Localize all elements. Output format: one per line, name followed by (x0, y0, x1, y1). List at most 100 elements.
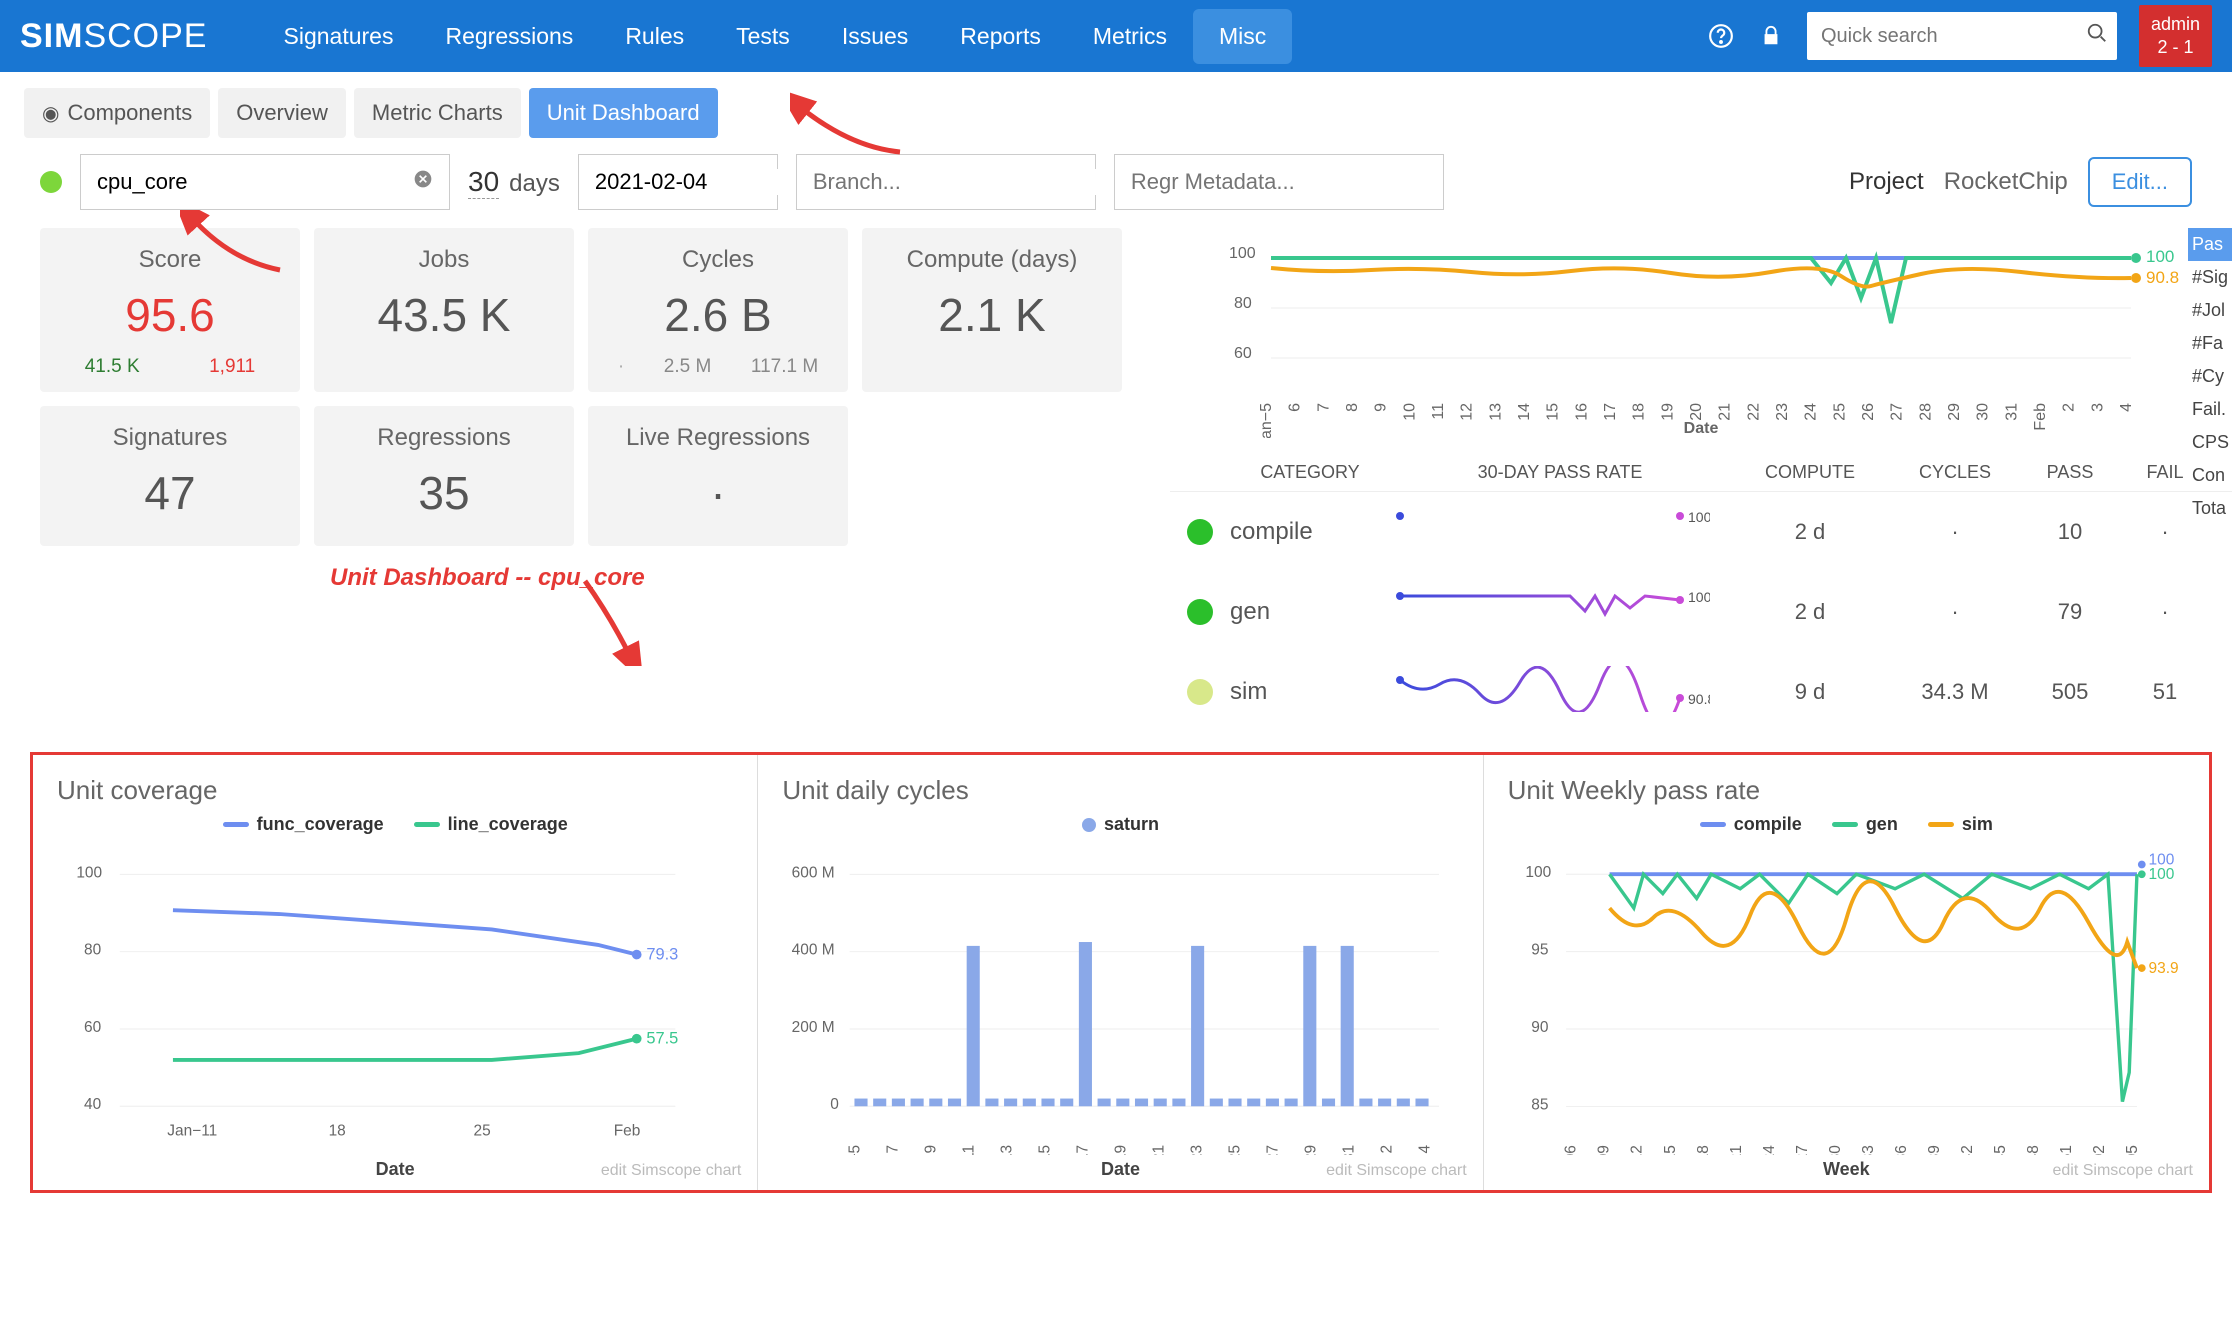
category-row-gen[interactable]: gen1002 d·79·0 (1170, 572, 2232, 652)
svg-text:57.5: 57.5 (646, 1029, 678, 1047)
subtab-components[interactable]: ◉Components (24, 88, 210, 138)
svg-text:W 09: W 09 (1595, 1145, 1612, 1155)
nav-item-regressions[interactable]: Regressions (419, 9, 599, 64)
svg-text:4: 4 (1417, 1145, 1434, 1154)
nav-item-tests[interactable]: Tests (710, 9, 816, 64)
project-label: Project (1849, 168, 1924, 196)
svg-text:27: 27 (1265, 1145, 1282, 1155)
quick-search[interactable] (1807, 12, 2117, 60)
svg-text:29: 29 (1946, 403, 1963, 421)
svg-text:2: 2 (2061, 403, 2078, 412)
clear-icon[interactable] (413, 169, 433, 195)
svg-text:11: 11 (961, 1145, 978, 1155)
admin-badge[interactable]: admin 2 - 1 (2139, 5, 2212, 68)
edit-chart-link[interactable]: edit Simscope chart (601, 1162, 742, 1180)
svg-text:28: 28 (1917, 403, 1934, 421)
date-input[interactable] (578, 154, 778, 210)
panel-title: Unit coverage (57, 775, 733, 806)
edit-chart-link[interactable]: edit Simscope chart (2052, 1162, 2193, 1180)
svg-text:Jan−5: Jan−5 (1258, 403, 1275, 438)
nav-item-reports[interactable]: Reports (934, 9, 1067, 64)
annotation-text: Unit Dashboard -- cpu_core (330, 564, 645, 592)
side-metric-8[interactable]: Tota (2188, 492, 2232, 525)
unit-input-field[interactable] (97, 169, 413, 195)
edit-button[interactable]: Edit... (2088, 157, 2192, 207)
svg-text:21: 21 (1151, 1145, 1168, 1155)
stat-card-live-regressions[interactable]: Live Regressions· (588, 406, 848, 546)
svg-text:3: 3 (2089, 403, 2106, 412)
svg-text:80: 80 (1234, 295, 1252, 312)
days-input[interactable]: 30 days (468, 166, 560, 199)
subtab-unit-dashboard[interactable]: Unit Dashboard (529, 88, 718, 138)
svg-text:30: 30 (1975, 403, 1992, 421)
svg-text:W 12: W 12 (1628, 1145, 1645, 1155)
regr-metadata-field[interactable] (1131, 169, 1427, 195)
branch-input[interactable] (796, 154, 1096, 210)
svg-text:9: 9 (923, 1145, 940, 1154)
svg-text:13: 13 (1487, 403, 1504, 421)
subtab-metric-charts[interactable]: Metric Charts (354, 88, 521, 138)
category-row-compile[interactable]: compile1002 d·10·0 (1170, 492, 2232, 572)
svg-text:8: 8 (1344, 403, 1361, 412)
nav-item-issues[interactable]: Issues (816, 9, 934, 64)
nav-item-misc[interactable]: Misc (1193, 9, 1292, 64)
svg-text:W 24: W 24 (1760, 1145, 1777, 1155)
svg-text:W 42: W 42 (1959, 1145, 1976, 1155)
quick-search-input[interactable] (1821, 25, 2086, 48)
svg-text:15: 15 (1037, 1145, 1054, 1155)
svg-text:600 M: 600 M (792, 864, 835, 881)
stat-card-jobs[interactable]: Jobs43.5 K (314, 228, 574, 392)
svg-text:25: 25 (1831, 403, 1848, 421)
svg-text:20: 20 (1688, 403, 1705, 421)
svg-text:2: 2 (1379, 1145, 1396, 1154)
stat-card-cycles[interactable]: Cycles2.6 B·2.5 M117.1 M (588, 228, 848, 392)
svg-text:60: 60 (84, 1019, 101, 1036)
unit-coverage-panel: Unit coverage func_coverageline_coverage… (33, 755, 758, 1190)
lock-icon[interactable] (1757, 22, 1785, 50)
stat-card-regressions[interactable]: Regressions35 (314, 406, 574, 546)
svg-text:15: 15 (1545, 403, 1562, 421)
sub-tabs: ◉ComponentsOverviewMetric ChartsUnit Das… (0, 72, 2232, 148)
svg-text:90.8: 90.8 (2146, 268, 2179, 287)
nav-item-metrics[interactable]: Metrics (1067, 9, 1193, 64)
svg-text:W 15: W 15 (1661, 1145, 1678, 1155)
svg-text:W 18: W 18 (1694, 1145, 1711, 1155)
svg-text:10: 10 (1401, 403, 1418, 421)
svg-text:200 M: 200 M (792, 1019, 835, 1036)
branch-field[interactable] (813, 169, 1101, 195)
svg-text:100: 100 (1688, 509, 1710, 525)
nav-item-signatures[interactable]: Signatures (258, 9, 420, 64)
stat-card-score[interactable]: Score95.641.5 K1,911 (40, 228, 300, 392)
search-icon[interactable] (2086, 22, 2108, 50)
unit-input[interactable] (80, 154, 450, 210)
svg-text:100: 100 (1229, 245, 1256, 262)
project-name: RocketChip (1944, 168, 2068, 196)
svg-text:22: 22 (1745, 403, 1762, 421)
stat-card-signatures[interactable]: Signatures47 (40, 406, 300, 546)
svg-text:90.8: 90.8 (1688, 691, 1710, 707)
nav-item-rules[interactable]: Rules (599, 9, 710, 64)
svg-text:31: 31 (2003, 403, 2020, 421)
svg-text:80: 80 (84, 942, 101, 959)
svg-text:21: 21 (1717, 403, 1734, 421)
category-row-sim[interactable]: sim90.89 d34.3 M505517 (1170, 652, 2232, 732)
svg-text:W 48: W 48 (2025, 1145, 2042, 1155)
edit-chart-link[interactable]: edit Simscope chart (1326, 1162, 1467, 1180)
svg-text:16: 16 (1573, 403, 1590, 421)
svg-text:Jan−5: Jan−5 (847, 1145, 864, 1155)
svg-text:100: 100 (2148, 866, 2174, 883)
svg-text:100: 100 (1688, 589, 1710, 605)
svg-text:29: 29 (1303, 1145, 1320, 1155)
svg-text:40: 40 (84, 1096, 101, 1113)
side-metric-7[interactable]: Con (2188, 459, 2232, 492)
svg-text:W 51: W 51 (2058, 1145, 2075, 1155)
svg-text:25: 25 (474, 1122, 491, 1139)
unit-daily-cycles-panel: Unit daily cycles saturn 600 M 400 M 200… (758, 755, 1483, 1190)
stat-card-compute-days-[interactable]: Compute (days)2.1 K (862, 228, 1122, 392)
help-icon[interactable] (1707, 22, 1735, 50)
status-dot-icon (40, 171, 62, 193)
svg-text:W 33: W 33 (1860, 1145, 1877, 1155)
svg-text:100: 100 (2148, 852, 2174, 869)
subtab-overview[interactable]: Overview (218, 88, 346, 138)
regr-metadata-input[interactable] (1114, 154, 1444, 210)
